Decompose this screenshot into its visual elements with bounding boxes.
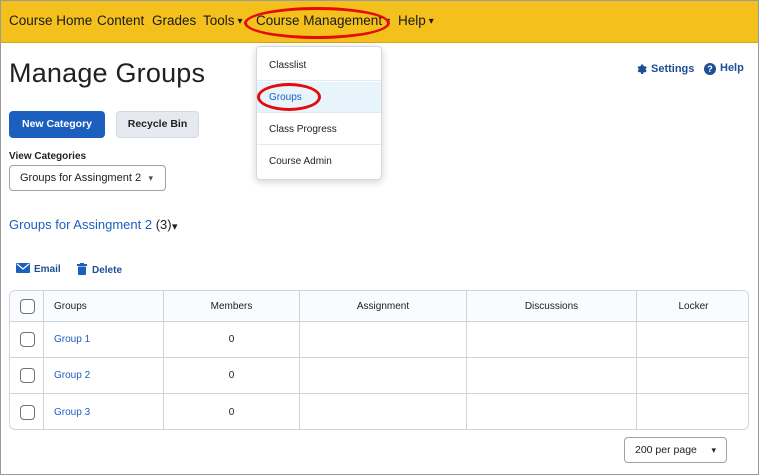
table-row: Group 2 0: [10, 358, 748, 394]
table-header-row: Groups Members Assignment Discussions Lo…: [10, 291, 748, 322]
settings-label: Settings: [651, 63, 695, 75]
gear-icon: [637, 64, 647, 74]
new-category-button[interactable]: New Category: [9, 111, 105, 138]
delete-label: Delete: [92, 265, 123, 276]
group-cell: Group 3: [43, 394, 163, 429]
members-cell: 0: [163, 322, 299, 357]
settings-link[interactable]: Settings: [635, 62, 694, 75]
chevron-down-icon: ▾: [385, 16, 391, 27]
category-heading[interactable]: Groups for Assingment 2 (3): [9, 217, 172, 232]
locker-cell: [636, 322, 748, 357]
row-checkbox[interactable]: [20, 368, 35, 383]
assignment-cell: [299, 358, 466, 393]
email-label: Email: [34, 264, 61, 275]
discussions-cell: [466, 358, 636, 393]
row-select-cell: [10, 358, 43, 393]
course-navbar: Course Home Content Grades Tools ▾ Course…: [1, 1, 758, 43]
nav-grades[interactable]: Grades: [152, 13, 196, 28]
category-name: Groups for Assingment 2: [9, 217, 153, 232]
view-categories-label: View Categories: [9, 151, 87, 162]
assignment-cell: [299, 394, 466, 429]
envelope-icon: [16, 263, 30, 273]
assignment-cell: [299, 322, 466, 357]
menu-item-groups[interactable]: Groups: [257, 82, 381, 113]
nav-tools-label: Tools: [203, 13, 235, 28]
group-cell: Group 1: [43, 322, 163, 357]
header-locker: Locker: [636, 291, 748, 321]
header-assignment: Assignment: [299, 291, 466, 321]
header-groups: Groups: [43, 291, 163, 321]
delete-action[interactable]: Delete: [77, 263, 122, 276]
menu-item-class-progress[interactable]: Class Progress: [257, 114, 381, 145]
discussions-cell: [466, 394, 636, 429]
nav-help[interactable]: Help ▾: [398, 13, 434, 28]
nav-content[interactable]: Content: [97, 13, 144, 28]
nav-help-label: Help: [398, 13, 426, 28]
group-link[interactable]: Group 1: [54, 334, 90, 345]
header-members: Members: [163, 291, 299, 321]
view-categories-select[interactable]: Groups for Assingment 2 ▾: [9, 165, 166, 191]
nav-tools[interactable]: Tools ▾: [203, 13, 243, 28]
row-checkbox[interactable]: [20, 332, 35, 347]
course-management-dropdown: Classlist Groups Class Progress Course A…: [256, 46, 382, 180]
group-link[interactable]: Group 2: [54, 370, 90, 381]
chevron-down-icon: ▾: [148, 173, 153, 183]
discussions-cell: [466, 322, 636, 357]
nav-course-management[interactable]: Course Management ▾: [256, 13, 390, 28]
table-row: Group 3 0: [10, 394, 748, 429]
page-title: Manage Groups: [9, 58, 206, 88]
nav-course-home[interactable]: Course Home: [9, 13, 92, 28]
members-cell: 0: [163, 358, 299, 393]
groups-table: Groups Members Assignment Discussions Lo…: [9, 290, 749, 430]
chevron-down-icon: ▾: [711, 445, 716, 455]
header-select-cell: [10, 291, 43, 321]
group-link[interactable]: Group 3: [54, 407, 90, 418]
help-icon: ?: [704, 63, 716, 75]
recycle-bin-button[interactable]: Recycle Bin: [116, 111, 199, 138]
select-all-checkbox[interactable]: [20, 298, 35, 314]
menu-item-classlist[interactable]: Classlist: [257, 50, 381, 81]
menu-item-course-admin[interactable]: Course Admin: [257, 146, 381, 177]
chevron-down-icon: ▾: [237, 16, 243, 27]
row-checkbox[interactable]: [20, 404, 35, 420]
table-row: Group 1 0: [10, 322, 748, 358]
members-cell: 0: [163, 394, 299, 429]
nav-course-management-label: Course Management: [256, 13, 383, 28]
per-page-select[interactable]: 200 per page ▾: [624, 437, 727, 463]
category-count: (3): [155, 217, 172, 232]
help-label: Help: [720, 62, 744, 74]
chevron-down-icon: ▾: [428, 16, 434, 27]
locker-cell: [636, 358, 748, 393]
chevron-down-icon[interactable]: ▾: [172, 220, 178, 233]
row-select-cell: [10, 322, 43, 357]
email-action[interactable]: Email: [16, 263, 61, 275]
per-page-value: 200 per page: [635, 444, 697, 456]
group-cell: Group 2: [43, 358, 163, 393]
view-categories-value: Groups for Assingment 2: [20, 172, 142, 184]
row-select-cell: [10, 394, 43, 429]
trash-icon: [77, 263, 87, 275]
locker-cell: [636, 394, 748, 429]
help-link[interactable]: ? Help: [704, 62, 744, 75]
header-discussions: Discussions: [466, 291, 636, 321]
